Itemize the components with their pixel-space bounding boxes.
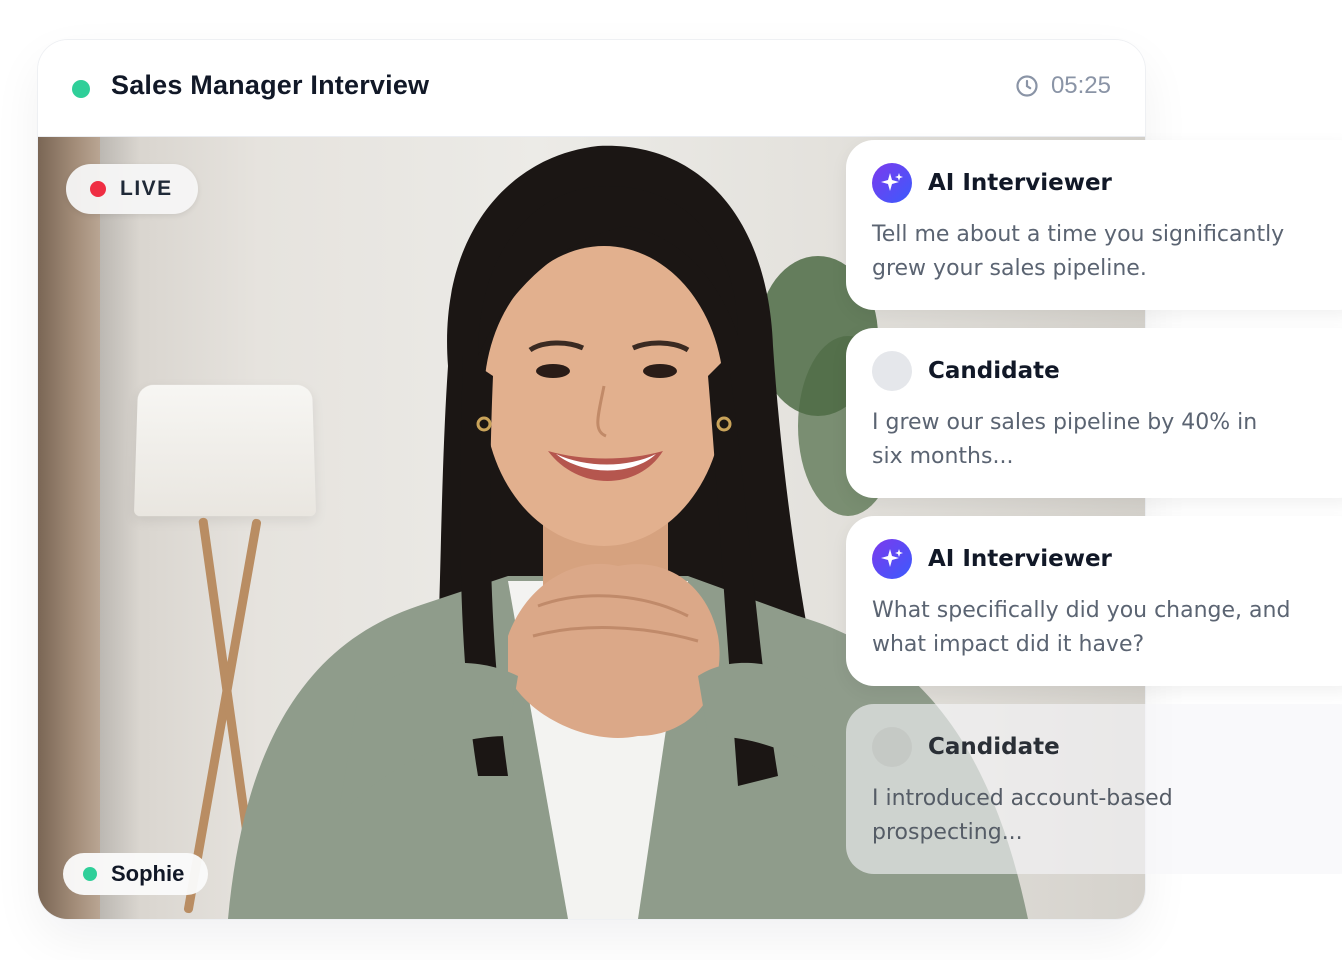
- chat-message-candidate: Candidate I introduced account-based pro…: [846, 704, 1342, 874]
- session-timer: 05:25: [1015, 72, 1111, 100]
- avatar: [872, 351, 912, 391]
- message-text: I grew our sales pipeline by 40% in six …: [872, 410, 1258, 469]
- live-badge: LIVE: [66, 164, 198, 214]
- chat-message-ai: AI Interviewer What specifically did you…: [846, 516, 1342, 686]
- status-dot: [72, 80, 90, 98]
- participant-name-badge: Sophie: [63, 853, 208, 895]
- speaker-name: AI Interviewer: [928, 170, 1112, 196]
- participant-name: Sophie: [111, 861, 185, 886]
- online-dot: [83, 867, 97, 881]
- clock-icon: [1016, 75, 1038, 97]
- message-text: I introduced account-based prospecting..…: [872, 786, 1173, 845]
- speaker-name: Candidate: [928, 734, 1060, 760]
- recording-dot: [90, 181, 106, 197]
- timer-value: 05:25: [1050, 72, 1111, 99]
- sparkle-icon: [872, 163, 912, 203]
- chat-message-candidate: Candidate I grew our sales pipeline by 4…: [846, 328, 1342, 498]
- page-title: Sales Manager Interview: [111, 70, 430, 100]
- speaker-name: AI Interviewer: [928, 546, 1112, 572]
- message-text: What specifically did you change, and wh…: [872, 598, 1291, 657]
- live-label: LIVE: [120, 177, 173, 200]
- sparkle-icon: [872, 539, 912, 579]
- interview-header: Sales Manager Interview 05:25: [38, 40, 1145, 137]
- message-text: Tell me about a time you significantly g…: [872, 222, 1285, 281]
- speaker-name: Candidate: [928, 358, 1060, 384]
- avatar: [872, 727, 912, 767]
- chat-message-ai: AI Interviewer Tell me about a time you …: [846, 140, 1342, 310]
